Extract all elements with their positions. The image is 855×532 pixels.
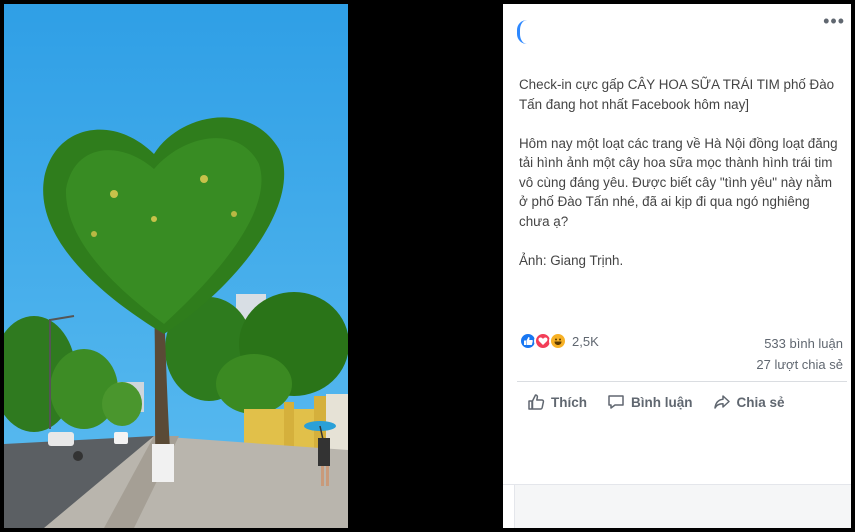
post-paragraph-credit: Ảnh: Giang Trịnh. bbox=[519, 252, 624, 268]
reaction-count[interactable]: 2,5K bbox=[572, 334, 599, 349]
post-header: ••• bbox=[503, 4, 851, 56]
post-paragraph-body: Hôm nay một loạt các trang về Hà Nội đồn… bbox=[519, 135, 838, 229]
post-body: Check-in cực gấp CÂY HOA SỮA TRÁI TIM ph… bbox=[519, 75, 841, 290]
comment-button-label: Bình luận bbox=[631, 394, 693, 410]
photo-viewer: ••• Check-in cực gấp CÂY HOA SỮA TRÁI TI… bbox=[0, 0, 855, 532]
post-panel: ••• Check-in cực gấp CÂY HOA SỮA TRÁI TI… bbox=[503, 4, 851, 528]
haha-reaction-icon bbox=[549, 332, 567, 350]
share-button-label: Chia sẻ bbox=[736, 394, 785, 410]
post-stats: 533 bình luận 27 lượt chia sẻ bbox=[756, 333, 843, 375]
thumbs-up-icon bbox=[528, 394, 545, 410]
comment-avatar-stub bbox=[503, 485, 515, 528]
comment-area bbox=[503, 485, 851, 528]
comment-count-link[interactable]: 533 bình luận bbox=[756, 333, 843, 354]
post-photo[interactable] bbox=[4, 4, 348, 528]
post-action-bar: Thích Bình luận Chia sẻ bbox=[527, 393, 805, 411]
like-button-label: Thích bbox=[551, 394, 587, 410]
share-button[interactable]: Chia sẻ bbox=[713, 393, 785, 411]
comment-button[interactable]: Bình luận bbox=[607, 393, 693, 411]
divider bbox=[517, 381, 847, 382]
like-button[interactable]: Thích bbox=[527, 393, 587, 411]
share-arrow-icon bbox=[713, 395, 730, 409]
post-paragraph-headline: Check-in cực gấp CÂY HOA SỮA TRÁI TIM ph… bbox=[519, 77, 835, 112]
heart-tree-photo bbox=[4, 4, 348, 528]
avatar[interactable] bbox=[517, 20, 527, 44]
more-options-button[interactable]: ••• bbox=[823, 12, 845, 30]
reaction-summary[interactable]: 2,5K bbox=[519, 332, 599, 350]
share-count-link[interactable]: 27 lượt chia sẻ bbox=[756, 354, 843, 375]
comment-bubble-icon bbox=[608, 395, 624, 409]
